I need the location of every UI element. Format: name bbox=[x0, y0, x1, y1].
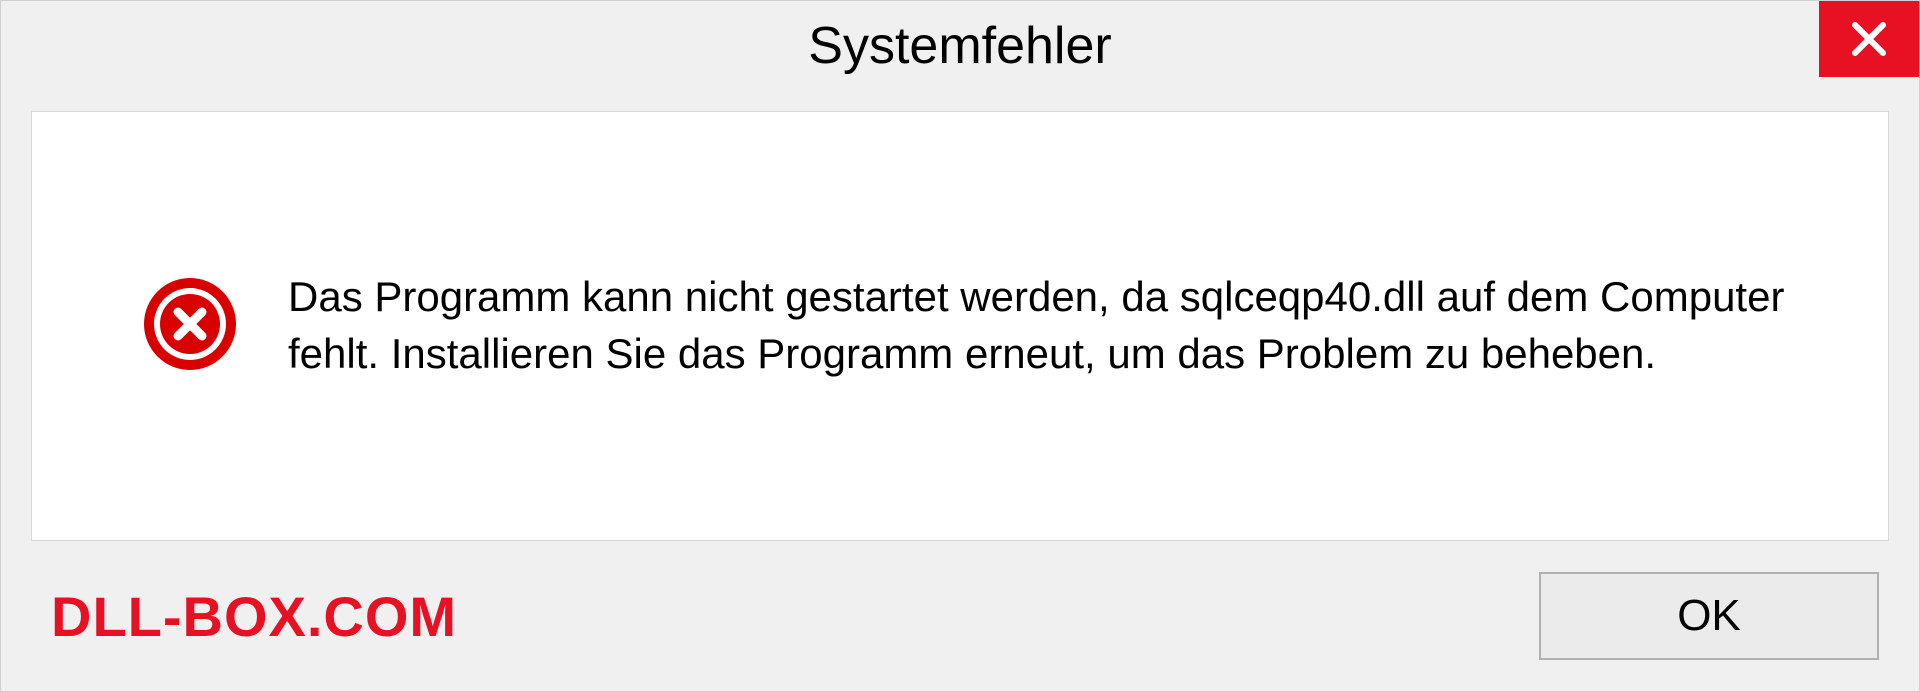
error-icon bbox=[142, 276, 238, 377]
dialog-title: Systemfehler bbox=[808, 16, 1111, 76]
error-dialog: Systemfehler Das Programm kann nicht ges… bbox=[0, 0, 1920, 692]
close-button[interactable] bbox=[1819, 1, 1919, 77]
content-area: Das Programm kann nicht gestartet werden… bbox=[31, 111, 1889, 541]
footer: DLL-BOX.COM OK bbox=[1, 541, 1919, 691]
titlebar: Systemfehler bbox=[1, 1, 1919, 91]
watermark-text: DLL-BOX.COM bbox=[51, 584, 457, 649]
error-message: Das Programm kann nicht gestartet werden… bbox=[288, 269, 1798, 382]
ok-button[interactable]: OK bbox=[1539, 572, 1879, 660]
close-icon bbox=[1847, 17, 1891, 61]
